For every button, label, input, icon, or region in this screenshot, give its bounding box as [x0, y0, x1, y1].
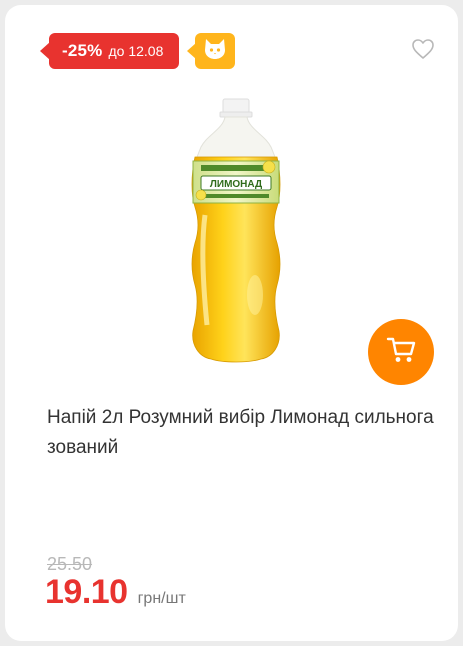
heart-outline-icon	[411, 38, 435, 65]
lemonade-bottle-image: ЛИМОНАД	[191, 98, 281, 363]
cat-face-icon	[203, 38, 227, 65]
product-card[interactable]: -25% до 12.08 ЛИМОНАД Напій 2л Розумний …	[5, 5, 458, 641]
discount-until-date: до 12.08	[108, 43, 164, 59]
discount-percent: -25%	[62, 41, 103, 60]
bottle-label-text: ЛИМОНАД	[210, 179, 262, 190]
product-title[interactable]: Напій 2л Розумний вибір Лимонад сильнога…	[47, 403, 442, 463]
favorite-button[interactable]	[407, 35, 439, 67]
discount-badge: -25% до 12.08	[40, 33, 179, 69]
cart-icon	[386, 336, 416, 369]
add-to-cart-button[interactable]	[368, 319, 434, 385]
special-offer-badge	[187, 33, 235, 69]
current-price: 19.10	[45, 573, 128, 611]
product-image[interactable]: ЛИМОНАД	[145, 95, 325, 375]
old-price: 25.50	[47, 554, 93, 574]
price-unit: грн/шт	[137, 590, 186, 607]
price-row: 19.10 грн/шт	[45, 573, 186, 612]
